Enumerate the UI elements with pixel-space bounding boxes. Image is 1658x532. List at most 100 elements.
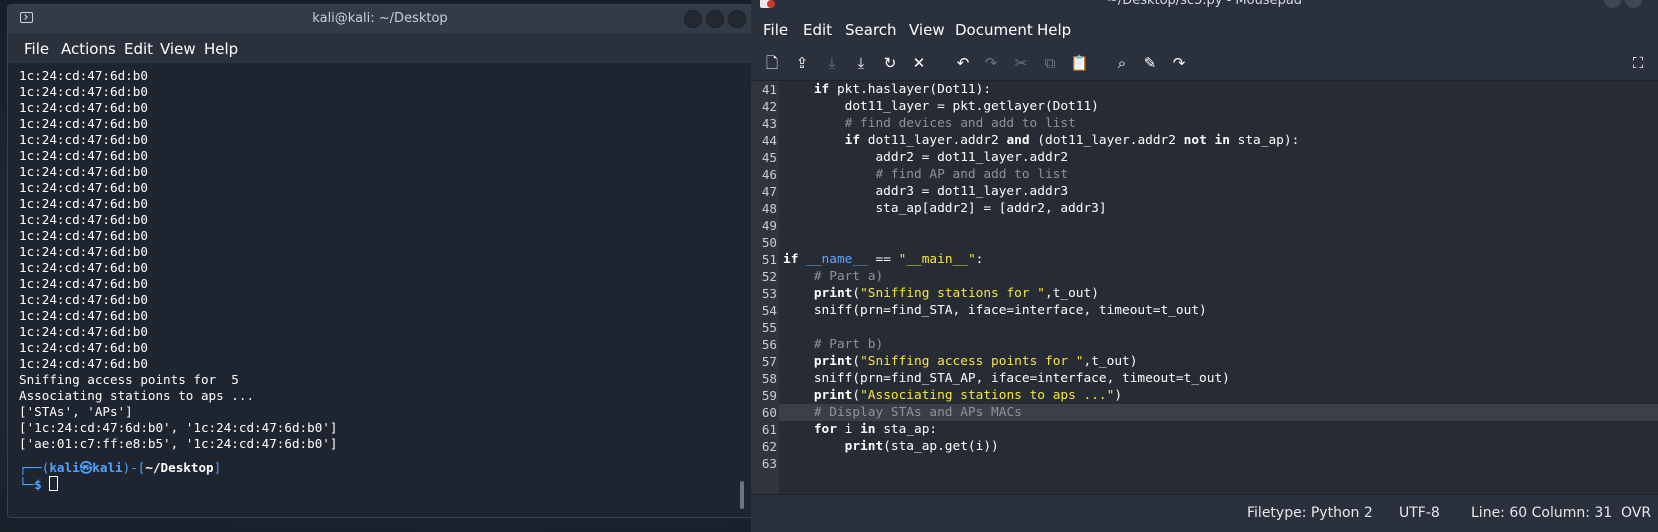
fullscreen-icon[interactable]: ⛶ <box>1629 54 1647 72</box>
status-encoding[interactable]: UTF-8 <box>1399 505 1440 521</box>
terminal-scrollbar[interactable] <box>740 481 744 509</box>
copy-icon[interactable]: ⧉ <box>1041 54 1059 72</box>
code-token: == <box>867 252 899 267</box>
save-icon[interactable]: ⤓ <box>823 54 841 72</box>
code-token: dot11_layer = pkt.getlayer(Dot11) <box>783 99 1099 114</box>
save-as-icon[interactable]: ⤓ <box>852 54 870 72</box>
maximize-button[interactable] <box>706 10 724 28</box>
code-line[interactable]: if dot11_layer.addr2 and (dot11_layer.ad… <box>783 132 1300 149</box>
code-token: print <box>813 354 853 369</box>
new-icon[interactable]: 🗋 <box>763 54 781 72</box>
code-token: sta_ap): <box>1229 133 1300 148</box>
line-number: 60 <box>761 405 777 420</box>
code-line[interactable]: print("Associating stations to aps ...") <box>783 387 1122 404</box>
terminal-output: 1c:24:cd:47:6d:b0 1c:24:cd:47:6d:b0 1c:24:… <box>19 68 337 452</box>
code-line[interactable]: print("Sniffing stations for ",t_out) <box>783 285 1099 302</box>
code-line[interactable]: print("Sniffing access points for ",t_ou… <box>783 353 1138 370</box>
code-token: print <box>813 286 853 301</box>
minimize-button[interactable] <box>684 10 702 28</box>
code-line[interactable]: # Part b) <box>783 336 883 353</box>
terminal-output-line: 1c:24:cd:47:6d:b0 <box>19 132 148 147</box>
code-line[interactable]: # find AP and add to list <box>783 166 1068 183</box>
menu-edit[interactable]: Edit <box>124 40 153 58</box>
line-number: 62 <box>761 439 777 454</box>
code-line[interactable]: sta_ap[addr2] = [addr2, addr3] <box>783 200 1107 217</box>
code-line[interactable]: # Part a) <box>783 268 883 285</box>
code-token: addr2 = dot11_layer.addr2 <box>783 150 1069 165</box>
redo-icon[interactable]: ↷ <box>982 54 1000 72</box>
terminal-output-line: Sniffing access points for 5 <box>19 372 239 387</box>
code-token: : <box>975 252 984 267</box>
code-line[interactable]: addr2 = dot11_layer.addr2 <box>783 149 1068 166</box>
terminal-output-line: 1c:24:cd:47:6d:b0 <box>19 100 148 115</box>
goto-icon[interactable]: ↷ <box>1170 54 1188 72</box>
menu-view[interactable]: View <box>160 40 196 58</box>
find-replace-icon[interactable]: ✎ <box>1141 54 1159 72</box>
terminal-output-line: 1c:24:cd:47:6d:b0 <box>19 356 148 371</box>
code-token: # Part b) <box>813 337 884 352</box>
status-insert-mode[interactable]: OVR <box>1621 505 1651 521</box>
code-token: sta_ap[addr2] = [addr2, addr3] <box>783 201 1107 216</box>
code-token: and <box>1006 133 1030 148</box>
editor-window[interactable]: ~/Desktop/sc5.py - Mousepad File Edit Se… <box>751 0 1658 532</box>
terminal-output-line: ['1c:24:cd:47:6d:b0', '1c:24:cd:47:6d:b0… <box>19 420 338 435</box>
code-line[interactable]: # find devices and add to list <box>783 115 1076 132</box>
line-number: 53 <box>761 286 777 301</box>
shell-prompt: ┌──(kali㉿kali)-[~/Desktop] └─$ <box>19 460 222 492</box>
undo-icon[interactable]: ↶ <box>954 54 972 72</box>
open-icon[interactable]: ⇪ <box>793 54 811 72</box>
terminal-output-line: 1c:24:cd:47:6d:b0 <box>19 212 148 227</box>
code-token: ,t_out) <box>1083 354 1138 369</box>
status-filetype[interactable]: Filetype: Python 2 <box>1247 505 1373 521</box>
code-line[interactable]: # Display STAs and APs MACs <box>783 404 1022 421</box>
code-line[interactable]: print(sta_ap.get(i)) <box>783 438 999 455</box>
code-line[interactable]: dot11_layer = pkt.getlayer(Dot11) <box>783 98 1099 115</box>
terminal-window[interactable]: kali@kali: ~/Desktop File Actions Edit V… <box>7 4 753 518</box>
close-icon[interactable]: ✕ <box>910 54 928 72</box>
code-line[interactable]: if pkt.haslayer(Dot11): <box>783 81 991 98</box>
close-button[interactable] <box>728 10 746 28</box>
menu-actions[interactable]: Actions <box>61 40 116 58</box>
line-number: 52 <box>761 269 777 284</box>
editor-menu-edit[interactable]: Edit <box>803 21 832 39</box>
code-line[interactable]: if __name__ == "__main__": <box>783 251 983 268</box>
editor-menu-view[interactable]: View <box>909 21 945 39</box>
code-line[interactable]: for i in sta_ap: <box>783 421 937 438</box>
code-line[interactable]: sniff(prn=find_STA_AP, iface=interface, … <box>783 370 1230 387</box>
terminal-output-line: 1c:24:cd:47:6d:b0 <box>19 228 148 243</box>
prompt-at-symbol: ㉿ <box>79 460 93 475</box>
editor-menu-file[interactable]: File <box>763 21 788 39</box>
paste-icon[interactable]: 📋 <box>1070 54 1089 72</box>
editor-statusbar: Filetype: Python 2 UTF-8 Line: 60 Column… <box>751 494 1658 532</box>
code-line[interactable]: addr3 = dot11_layer.addr3 <box>783 183 1068 200</box>
terminal-output-line: ['STAs', 'APs'] <box>19 404 133 419</box>
code-token: # find AP and add to list <box>875 167 1069 182</box>
line-number: 47 <box>761 184 777 199</box>
cut-icon[interactable]: ✂ <box>1012 54 1030 72</box>
reload-icon[interactable]: ↻ <box>881 54 899 72</box>
text-cursor <box>49 476 59 491</box>
editor-menu-document[interactable]: Document <box>955 21 1033 39</box>
code-token: sta_ap: <box>875 422 938 437</box>
menu-help[interactable]: Help <box>204 40 238 58</box>
editor-menu-search[interactable]: Search <box>845 21 897 39</box>
line-number: 56 <box>761 337 777 352</box>
code-line[interactable]: sniff(prn=find_STA, iface=interface, tim… <box>783 302 1207 319</box>
editor-titlebar[interactable]: ~/Desktop/sc5.py - Mousepad <box>751 0 1658 10</box>
code-token: i <box>836 422 861 437</box>
terminal-output-line: Associating stations to aps ... <box>19 388 255 403</box>
find-icon[interactable]: ⌕ <box>1113 54 1131 72</box>
terminal-menubar: File Actions Edit View Help <box>8 33 752 63</box>
menu-file[interactable]: File <box>24 40 49 58</box>
terminal-titlebar[interactable]: kali@kali: ~/Desktop <box>8 5 752 33</box>
terminal-output-area[interactable]: 1c:24:cd:47:6d:b0 1c:24:cd:47:6d:b0 1c:24:… <box>8 63 752 517</box>
line-number: 55 <box>761 320 777 335</box>
code-editor[interactable]: 41 if pkt.haslayer(Dot11): 42 dot11_layer… <box>751 81 1658 494</box>
editor-menu-help[interactable]: Help <box>1037 21 1071 39</box>
code-token: "Associating stations to aps ..." <box>860 388 1115 403</box>
